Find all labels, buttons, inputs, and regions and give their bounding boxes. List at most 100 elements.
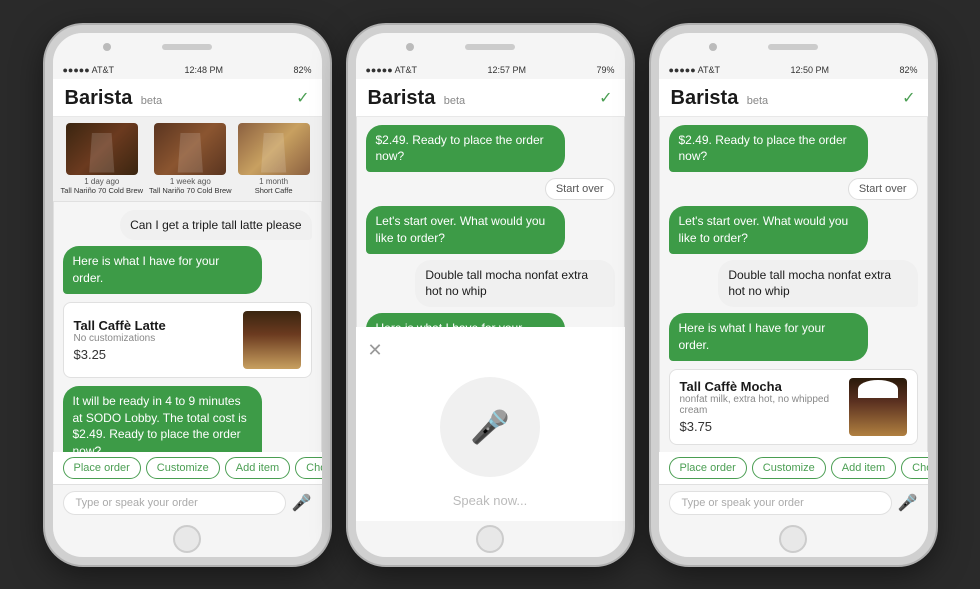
order-card-detail-3: nonfat milk, extra hot, no whipped cream	[680, 394, 841, 416]
speak-text: Speak now...	[453, 493, 527, 508]
camera-2	[406, 43, 414, 51]
mic-icon-3[interactable]: 🎤	[898, 493, 918, 513]
home-circle-2	[476, 525, 504, 553]
bot-msg-top-3: $2.49. Ready to place the order now?	[669, 125, 868, 173]
order-img-3	[238, 123, 310, 175]
app-title-2: Barista	[368, 87, 436, 109]
bot-msg-3: Here is what I have for your order.	[669, 313, 868, 361]
app-header-2: Barista beta ✓	[356, 79, 625, 117]
close-voice-btn[interactable]: ✕	[368, 340, 383, 361]
input-field-1[interactable]: Type or speak your order	[63, 491, 286, 515]
battery-2: 79%	[596, 65, 614, 75]
input-area-3: Type or speak your order 🎤	[659, 484, 928, 521]
home-button-3[interactable]	[659, 521, 928, 557]
battery-3: 82%	[899, 65, 917, 75]
order-img-1	[66, 123, 138, 175]
action-buttons-3: Place order Customize Add item Cho	[659, 452, 928, 484]
order-card-price-1: $3.25	[74, 347, 235, 362]
order-card-detail-1: No customizations	[74, 333, 235, 344]
messages-3: $2.49. Ready to place the order now? Sta…	[659, 117, 928, 452]
order-img-2	[154, 123, 226, 175]
drink-visual-1	[243, 311, 301, 369]
user-msg-2: Double tall mocha nonfat extra hot no wh…	[415, 260, 614, 308]
phone-top-bar-2	[356, 33, 625, 61]
recent-order-3[interactable]: 1 month Short Caffe	[238, 123, 310, 195]
customize-btn-1[interactable]: Customize	[146, 457, 220, 479]
add-item-btn-1[interactable]: Add item	[225, 457, 290, 479]
app-beta-2: beta	[444, 95, 465, 107]
drink-visual-3	[849, 378, 907, 436]
app-header-1: Barista beta ✓	[53, 79, 322, 117]
speaker-3	[768, 44, 818, 50]
bot-lets-start-3: Let's start over. What would you like to…	[669, 206, 868, 254]
phone-3: ●●●●● AT&T 12:50 PM 82% Barista beta ✓ $…	[651, 25, 936, 565]
input-field-3[interactable]: Type or speak your order	[669, 491, 892, 515]
order-name-1: Tall Nariño 70 Cold Brew	[61, 186, 144, 195]
app-title-area-3: Barista beta	[671, 87, 769, 110]
order-card-info-3: Tall Caffè Mocha nonfat milk, extra hot,…	[680, 379, 841, 434]
time-3: 12:50 PM	[790, 65, 829, 75]
chevron-1[interactable]: ✓	[296, 88, 309, 108]
order-card-1: Tall Caffè Latte No customizations $3.25	[63, 302, 312, 378]
app-title-area-2: Barista beta	[368, 87, 466, 110]
recent-order-1[interactable]: 1 day ago Tall Nariño 70 Cold Brew	[61, 123, 144, 195]
recent-orders-1: 1 day ago Tall Nariño 70 Cold Brew 1 wee…	[53, 117, 322, 202]
carrier-2: ●●●●● AT&T	[366, 65, 418, 75]
speaker-1	[162, 44, 212, 50]
add-item-btn-3[interactable]: Add item	[831, 457, 896, 479]
phones-container: ●●●●● AT&T 12:48 PM 82% Barista beta ✓ 1…	[35, 15, 946, 575]
messages-2: $2.49. Ready to place the order now? Sta…	[356, 117, 625, 327]
order-time-1: 1 day ago	[84, 177, 119, 186]
battery-1: 82%	[293, 65, 311, 75]
camera-3	[709, 43, 717, 51]
bot-lets-start-2: Let's start over. What would you like to…	[366, 206, 565, 254]
user-msg-1: Can I get a triple tall latte please	[120, 210, 311, 241]
app-beta-3: beta	[747, 95, 768, 107]
order-card-price-3: $3.75	[680, 419, 841, 434]
order-card-name-1: Tall Caffè Latte	[74, 318, 235, 333]
home-button-1[interactable]	[53, 521, 322, 557]
bot-msg-2: It will be ready in 4 to 9 minutes at SO…	[63, 386, 262, 452]
chevron-2[interactable]: ✓	[599, 88, 612, 108]
app-beta-1: beta	[141, 95, 162, 107]
status-left-1: ●●●●● AT&T	[63, 65, 115, 75]
place-order-btn-1[interactable]: Place order	[63, 457, 141, 479]
more-btn-3[interactable]: Cho	[901, 457, 927, 479]
app-title-1: Barista	[65, 87, 133, 109]
recent-order-2[interactable]: 1 week ago Tall Nariño 70 Cold Brew	[149, 123, 232, 195]
time-2: 12:57 PM	[487, 65, 526, 75]
carrier-3: ●●●●● AT&T	[669, 65, 721, 75]
phone-2: ●●●●● AT&T 12:57 PM 79% Barista beta ✓ $…	[348, 25, 633, 565]
order-card-img-1	[243, 311, 301, 369]
action-buttons-1: Place order Customize Add item Cho	[53, 452, 322, 484]
carrier-1: ●●●●● AT&T	[63, 65, 115, 75]
more-btn-1[interactable]: Cho	[295, 457, 321, 479]
order-card-3: Tall Caffè Mocha nonfat milk, extra hot,…	[669, 369, 918, 445]
status-bar-1: ●●●●● AT&T 12:48 PM 82%	[53, 61, 322, 79]
messages-1: Can I get a triple tall latte please Her…	[53, 202, 322, 452]
order-name-2: Tall Nariño 70 Cold Brew	[149, 186, 232, 195]
order-card-info-1: Tall Caffè Latte No customizations $3.25	[74, 318, 235, 362]
camera-1	[103, 43, 111, 51]
voice-circle-2: 🎤	[440, 377, 540, 477]
mic-icon-1[interactable]: 🎤	[292, 493, 312, 513]
voice-overlay-2: ✕ 🎤 Speak now...	[356, 327, 625, 521]
start-over-btn-3[interactable]: Start over	[848, 178, 918, 200]
place-order-btn-3[interactable]: Place order	[669, 457, 747, 479]
customize-btn-3[interactable]: Customize	[752, 457, 826, 479]
bot-msg-2: Here is what I have for your order.	[366, 313, 565, 326]
phone-top-bar-1	[53, 33, 322, 61]
chevron-3[interactable]: ✓	[902, 88, 915, 108]
time-1: 12:48 PM	[184, 65, 223, 75]
order-card-img-3	[849, 378, 907, 436]
home-button-2[interactable]	[356, 521, 625, 557]
home-circle-3	[779, 525, 807, 553]
input-area-1: Type or speak your order 🎤	[53, 484, 322, 521]
status-bar-3: ●●●●● AT&T 12:50 PM 82%	[659, 61, 928, 79]
user-msg-3: Double tall mocha nonfat extra hot no wh…	[718, 260, 917, 308]
order-name-3: Short Caffe	[255, 186, 293, 195]
phone-top-bar-3	[659, 33, 928, 61]
bot-msg-top-2: $2.49. Ready to place the order now?	[366, 125, 565, 173]
status-bar-2: ●●●●● AT&T 12:57 PM 79%	[356, 61, 625, 79]
start-over-btn-2[interactable]: Start over	[545, 178, 615, 200]
